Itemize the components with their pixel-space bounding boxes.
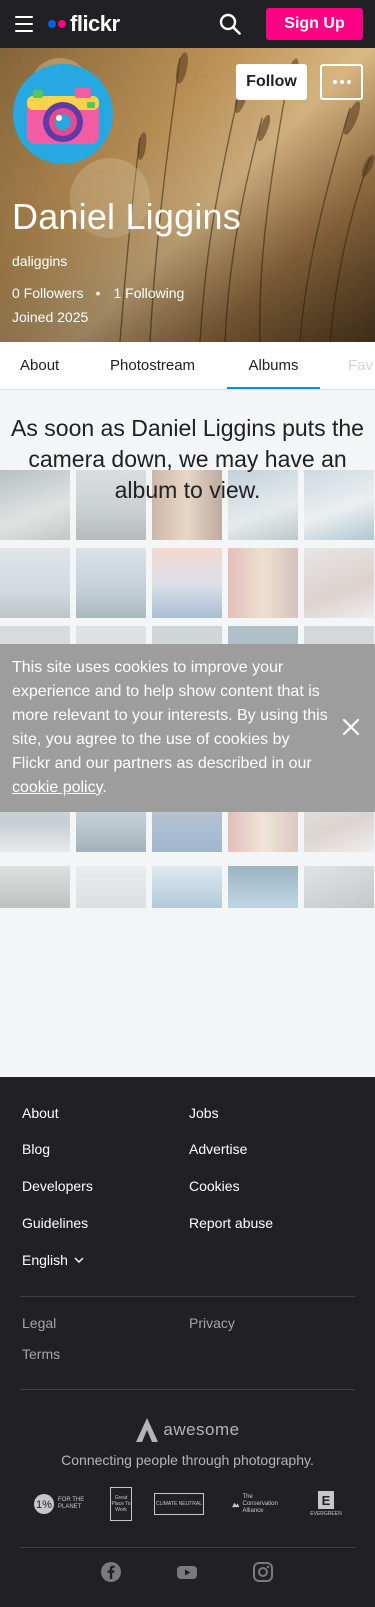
tab-faves[interactable]: Fav [348, 342, 373, 389]
search-icon[interactable] [219, 13, 241, 35]
footer-link-guidelines[interactable]: Guidelines [22, 1215, 88, 1231]
svg-text:E: E [322, 1493, 331, 1508]
awesome-wordmark: awesome [163, 1420, 240, 1439]
flickr-logo[interactable]: flickr [48, 11, 120, 36]
footer-divider [20, 1389, 355, 1390]
footer-link-jobs[interactable]: Jobs [189, 1105, 219, 1121]
placeholder-photo [304, 866, 374, 908]
footer-link-privacy[interactable]: Privacy [189, 1315, 235, 1331]
footer-link-terms[interactable]: Terms [22, 1346, 60, 1362]
follow-stats: 0 Followers • 1 Following [12, 285, 184, 301]
one-percent-icon: 1% [34, 1494, 54, 1514]
mountain-icon [232, 1502, 240, 1508]
followers-count-link[interactable]: 0 Followers [12, 285, 84, 301]
footer-link-report-abuse[interactable]: Report abuse [189, 1215, 273, 1231]
conservation-alliance-badge: The Conservation Alliance [232, 1487, 286, 1521]
placeholder-photo [76, 548, 146, 618]
placeholder-photo [304, 548, 374, 618]
footer-link-cookies[interactable]: Cookies [189, 1178, 240, 1194]
top-navigation-bar: flickr Sign Up [0, 0, 375, 48]
footer-link-about[interactable]: About [22, 1105, 59, 1121]
certification-badges: 1% FOR THE PLANET Great Place To Work CL… [0, 1487, 375, 1527]
follow-button[interactable]: Follow [236, 64, 307, 100]
footer-divider [20, 1547, 355, 1548]
following-count-link[interactable]: 1 Following [114, 285, 185, 301]
more-dot-icon [332, 80, 337, 84]
placeholder-photo [228, 866, 298, 908]
great-place-to-work-badge: Great Place To Work [110, 1487, 132, 1521]
placeholder-photo [76, 866, 146, 908]
placeholder-photo [0, 548, 70, 618]
logo-blue-dot [48, 20, 56, 28]
empty-albums-message: As soon as Daniel Liggins puts the camer… [11, 415, 364, 503]
evergreen-badge: E EVERGREEN [310, 1491, 342, 1517]
smugmug-awesome-logo[interactable]: awesome [0, 1417, 375, 1448]
language-selector[interactable]: English [22, 1252, 84, 1268]
language-label: English [22, 1252, 68, 1268]
sign-up-button[interactable]: Sign Up [266, 8, 363, 40]
camera-avatar-icon [13, 64, 113, 164]
cookie-banner: This site uses cookies to improve your e… [0, 644, 375, 812]
site-footer: About Blog Developers Guidelines Jobs Ad… [0, 1077, 375, 1607]
footer-link-legal[interactable]: Legal [22, 1315, 56, 1331]
logo-wordmark: flickr [70, 11, 120, 36]
avatar[interactable] [13, 64, 113, 164]
profile-cover: Follow Daniel Liggins daliggins 0 Follow… [0, 48, 375, 342]
social-links [0, 1561, 375, 1591]
profile-name: Daniel Liggins [12, 196, 241, 237]
placeholder-photo [152, 866, 222, 908]
footer-tagline: Connecting people through photography. [61, 1452, 314, 1468]
footer-link-advertise[interactable]: Advertise [189, 1141, 247, 1157]
cookie-message-text: This site uses cookies to improve your e… [12, 659, 328, 772]
evergreen-e-icon: E [318, 1491, 334, 1509]
more-dot-icon [346, 80, 351, 84]
tab-about[interactable]: About [20, 342, 59, 389]
one-percent-badge: 1% FOR THE PLANET [33, 1487, 88, 1521]
stats-separator: • [95, 285, 101, 301]
profile-username: daliggins [12, 253, 68, 269]
footer-link-blog[interactable]: Blog [22, 1141, 50, 1157]
cookie-policy-link[interactable]: cookie policy [12, 779, 102, 796]
instagram-icon[interactable] [252, 1561, 274, 1583]
youtube-icon[interactable] [176, 1561, 198, 1583]
logo-pink-dot [58, 20, 66, 28]
awesome-a-icon [136, 1418, 159, 1442]
placeholder-photo [228, 548, 298, 618]
placeholder-photo [152, 548, 222, 618]
cookie-message: This site uses cookies to improve your e… [12, 656, 332, 800]
more-dot-icon [339, 80, 344, 84]
more-options-button[interactable] [320, 64, 363, 100]
profile-tabs: About Photostream Albums Fav [0, 342, 375, 390]
hamburger-menu-icon[interactable] [15, 16, 33, 32]
facebook-icon[interactable] [100, 1561, 122, 1583]
chevron-down-icon [74, 1256, 84, 1263]
cookie-message-suffix: . [102, 779, 107, 796]
close-icon[interactable] [340, 716, 362, 738]
climate-neutral-badge: CLIMATE NEUTRAL [154, 1493, 204, 1515]
joined-date: Joined 2025 [12, 309, 89, 325]
footer-link-developers[interactable]: Developers [22, 1178, 93, 1194]
footer-divider [20, 1296, 355, 1297]
svg-text:1%: 1% [36, 1499, 52, 1511]
tab-photostream[interactable]: Photostream [110, 342, 195, 389]
placeholder-photo [0, 866, 70, 908]
tab-albums[interactable]: Albums [227, 342, 320, 389]
